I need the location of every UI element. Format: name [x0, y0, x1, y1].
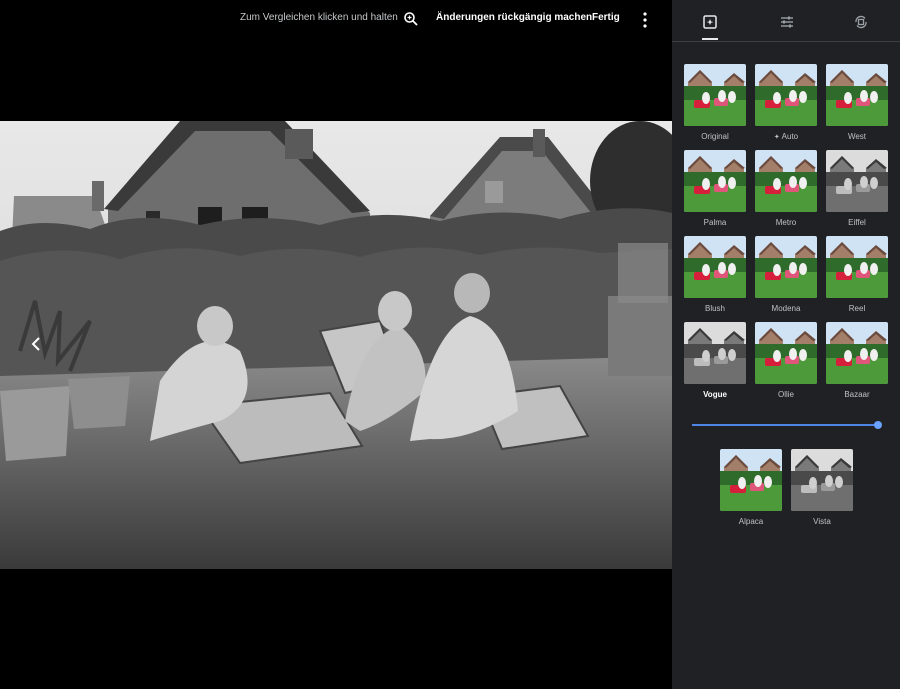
filter-thumbnail [755, 150, 817, 212]
filter-label: Eiffel [825, 218, 889, 227]
filter-label-text: Eiffel [848, 218, 866, 227]
filter-thumbnail [755, 236, 817, 298]
active-tab-indicator [702, 38, 718, 40]
filter-option-palma[interactable]: Palma [683, 150, 747, 227]
zoom-in-icon[interactable] [403, 11, 419, 27]
tab-adjust[interactable] [775, 10, 799, 34]
filter-label-text: Modena [771, 304, 801, 313]
filter-thumbnail [826, 150, 888, 212]
filter-thumbnail [826, 64, 888, 126]
filter-label-text: Bazaar [844, 390, 870, 399]
filter-thumbnail [684, 236, 746, 298]
filter-label: Blush [683, 304, 747, 313]
filter-label: Alpaca [719, 517, 783, 526]
filter-option-bazaar[interactable]: Bazaar [825, 322, 889, 399]
undo-changes-button[interactable]: Änderungen rückgängig machen [436, 12, 592, 23]
filter-thumbnail [826, 322, 888, 384]
filter-thumbnail [755, 322, 817, 384]
filters-icon [703, 15, 717, 29]
adjust-sliders-icon [781, 16, 793, 28]
previous-photo-button[interactable] [20, 331, 52, 357]
filter-label-text: Ollie [777, 390, 794, 399]
filter-label: Palma [683, 218, 747, 227]
auto-sparkle-icon: ✦ [773, 134, 782, 141]
filter-label-text: Original [701, 132, 729, 141]
compare-hint[interactable]: Zum Vergleichen klicken und halten [240, 12, 398, 23]
filter-option-blush[interactable]: Blush [683, 236, 747, 313]
filter-thumbnail [791, 449, 853, 511]
edit-tabs [672, 0, 900, 42]
filter-option-modena[interactable]: Modena [754, 236, 818, 313]
filter-thumbnail [684, 150, 746, 212]
filter-option-auto[interactable]: ✦ Auto [754, 64, 818, 141]
filter-label: Original [683, 132, 747, 141]
filter-label-text: Vogue [703, 390, 727, 399]
filter-label-text: Reel [848, 304, 866, 313]
filter-thumbnail [684, 64, 746, 126]
filter-option-vista[interactable]: Vista [790, 449, 854, 526]
chevron-left-icon [31, 337, 40, 351]
filter-label: Vogue [683, 390, 747, 399]
filter-option-west[interactable]: West [825, 64, 889, 141]
filter-label: West [825, 132, 889, 141]
filter-option-alpaca[interactable]: Alpaca [719, 449, 783, 526]
slider-track [692, 424, 878, 426]
more-vertical-icon[interactable] [638, 11, 652, 29]
filter-label: ✦ Auto [754, 132, 818, 141]
tab-crop-rotate[interactable] [849, 10, 873, 34]
filter-option-ollie[interactable]: Ollie [754, 322, 818, 399]
filter-label-text: Auto [781, 132, 799, 141]
filter-label-text: Vista [813, 517, 831, 526]
filter-option-eiffel[interactable]: Eiffel [825, 150, 889, 227]
filter-thumbnail [755, 64, 817, 126]
filter-label-text: Metro [775, 218, 797, 227]
tab-filters[interactable] [698, 10, 722, 34]
filter-label: Vista [790, 517, 854, 526]
filter-thumbnail [684, 322, 746, 384]
editor-toolbar: Zum Vergleichen klicken und halten Änder… [0, 0, 672, 40]
filter-label-text: West [847, 132, 867, 141]
filter-option-metro[interactable]: Metro [754, 150, 818, 227]
filter-option-original[interactable]: Original [683, 64, 747, 141]
crop-rotate-icon [855, 15, 867, 29]
filter-label: Metro [754, 218, 818, 227]
slider-knob[interactable] [874, 421, 882, 429]
done-button[interactable]: Fertig [592, 12, 620, 23]
filter-option-reel[interactable]: Reel [825, 236, 889, 313]
filter-option-vogue[interactable]: Vogue [683, 322, 747, 399]
filter-label-text: Alpaca [738, 517, 764, 526]
filter-thumbnail [826, 236, 888, 298]
filter-label: Ollie [754, 390, 818, 399]
filter-label: Modena [754, 304, 818, 313]
edited-photo [0, 121, 672, 569]
filter-thumbnail [720, 449, 782, 511]
filter-label-text: Blush [704, 304, 725, 313]
filter-label: Bazaar [825, 390, 889, 399]
filter-intensity-slider[interactable] [692, 418, 882, 432]
filter-label-text: Palma [703, 218, 727, 227]
filter-label: Reel [825, 304, 889, 313]
